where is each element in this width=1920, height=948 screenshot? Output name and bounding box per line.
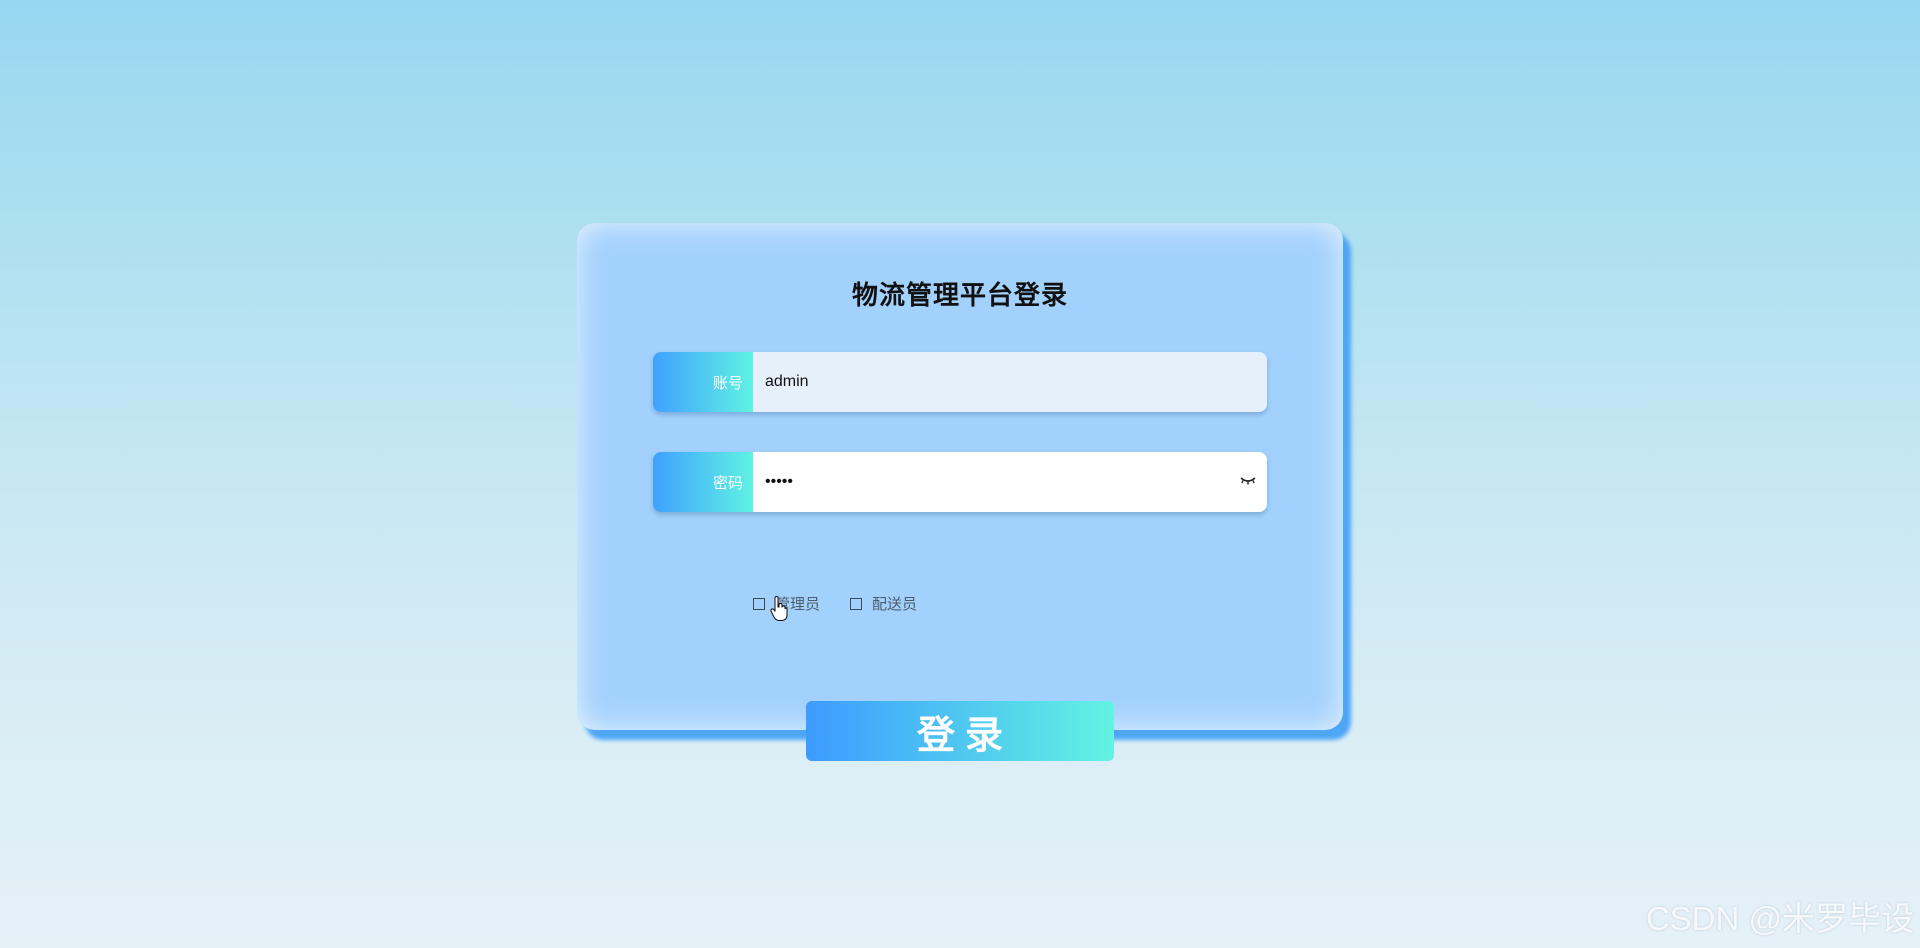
password-label: 密码 <box>653 452 753 512</box>
watermark: CSDN @米罗毕设 <box>1645 900 1914 937</box>
courier-checkbox[interactable] <box>850 597 863 610</box>
role-option-courier[interactable]: 配送员 <box>850 593 917 614</box>
account-label: 账号 <box>653 352 753 412</box>
eye-closed-icon[interactable] <box>1239 473 1257 487</box>
admin-checkbox[interactable] <box>753 597 765 610</box>
courier-label: 配送员 <box>872 595 918 613</box>
login-card: 物流管理平台登录 账号 密码 管理员 配送员 <box>577 223 1343 730</box>
login-title: 物流管理平台登录 <box>851 281 1068 311</box>
password-input[interactable] <box>753 452 1267 512</box>
password-field: 密码 <box>653 452 1267 512</box>
account-input[interactable] <box>753 352 1267 412</box>
pointer-cursor-icon <box>770 596 788 621</box>
login-button[interactable]: 登录 <box>806 701 1114 761</box>
account-field: 账号 <box>653 352 1267 412</box>
